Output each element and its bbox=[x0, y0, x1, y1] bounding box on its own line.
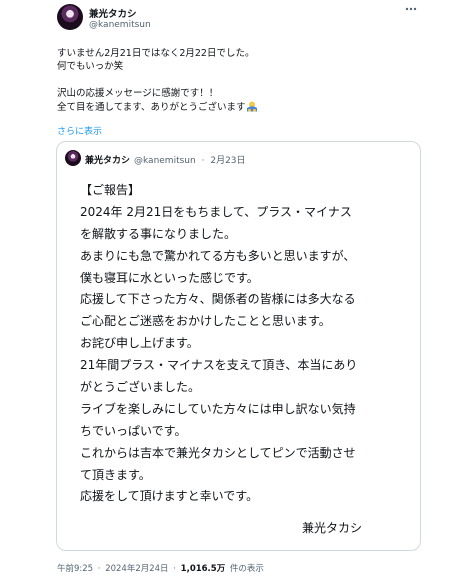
quoted-text-line: 僕も寝耳に水といった感じです。 bbox=[80, 270, 259, 285]
view-count: 1,016.5万 bbox=[180, 564, 226, 574]
tweet-text-line: 何でもいっか笑 bbox=[57, 61, 124, 73]
quoted-text-line: 【ご報告】 bbox=[80, 183, 141, 197]
quoted-author-avatar[interactable] bbox=[65, 150, 81, 166]
view-count-label: 件の表示 bbox=[229, 564, 264, 574]
post-time[interactable]: 午前9:25 bbox=[57, 564, 93, 574]
author-avatar[interactable] bbox=[57, 4, 83, 30]
footer-separator: · bbox=[97, 564, 101, 574]
quoted-date[interactable]: 2月23日 bbox=[210, 156, 245, 166]
quoted-author-name[interactable]: 兼光タカシ bbox=[85, 153, 130, 166]
tweet-text: すいません2月21日ではなく2月22日でした。 何でもいっか笑 沢山の応援メッセ… bbox=[57, 47, 452, 114]
post-date[interactable]: 2024年2月24日 bbox=[105, 564, 168, 574]
quoted-text-line: これからは吉本で兼光タカシとしてピンで活動させ bbox=[80, 445, 356, 460]
more-options-icon[interactable] bbox=[404, 4, 418, 14]
quoted-text-line: て頂きます。 bbox=[80, 467, 151, 482]
tweet-footer: 午前9:25 · 2024年2月24日 · 1,016.5万 件の表示 bbox=[57, 562, 266, 574]
quoted-author-handle[interactable]: @kanemitsun bbox=[134, 156, 196, 166]
bowing-person-icon bbox=[247, 101, 258, 112]
quoted-text-line: がとうございました。 bbox=[80, 380, 201, 395]
quoted-text-line: ちでいっぱいです。 bbox=[80, 423, 187, 438]
author-handle[interactable]: @kanemitsun bbox=[89, 20, 151, 30]
tweet-text-line: すいません2月21日ではなく2月22日でした。 bbox=[57, 48, 255, 59]
show-more-link[interactable]: さらに表示 bbox=[57, 124, 102, 137]
quoted-text-line: 応援して下さった方々、関係者の皆様には多大なる bbox=[80, 292, 356, 307]
quoted-text-line: ライブを楽しみにしていた方々には申し訳ない気持 bbox=[80, 401, 356, 416]
tweet-text-line: 沢山の応援メッセージに感謝です！！ bbox=[57, 88, 219, 100]
quoted-text-line: を解散する事になりました。 bbox=[80, 226, 237, 241]
tweet: 兼光タカシ @kanemitsun すいません2月21日ではなく2月22日でした… bbox=[0, 0, 474, 579]
quoted-meta: @kanemitsun · 2月23日 bbox=[134, 153, 249, 166]
quoted-text-line: 応援をして頂けますと幸いです。 bbox=[80, 489, 259, 504]
quoted-text-line: お詫び申し上げます。 bbox=[80, 336, 199, 351]
quoted-text: 【ご報告】 2024年 2月21日をもちまして、プラス・マイナス を解散する事に… bbox=[80, 180, 410, 508]
tweet-text-line: 全て目を通してます、ありがとうございます bbox=[57, 101, 452, 114]
quoted-signature: 兼光タカシ bbox=[302, 521, 363, 535]
author-name[interactable]: 兼光タカシ bbox=[89, 6, 137, 20]
footer-separator: · bbox=[173, 564, 176, 574]
quoted-text-line: 21年間プラス・マイナスを支えて頂き、本当にあり bbox=[80, 358, 358, 373]
quoted-text-line: 2024年 2月21日をもちまして、プラス・マイナス bbox=[80, 204, 352, 219]
quoted-text-line: ご心配とご迷惑をおかけしたことと思います。 bbox=[80, 314, 331, 329]
meta-separator: · bbox=[201, 156, 205, 166]
quoted-text-line: あまりにも急で驚かれてる方も多いと思いますが、 bbox=[80, 248, 356, 263]
